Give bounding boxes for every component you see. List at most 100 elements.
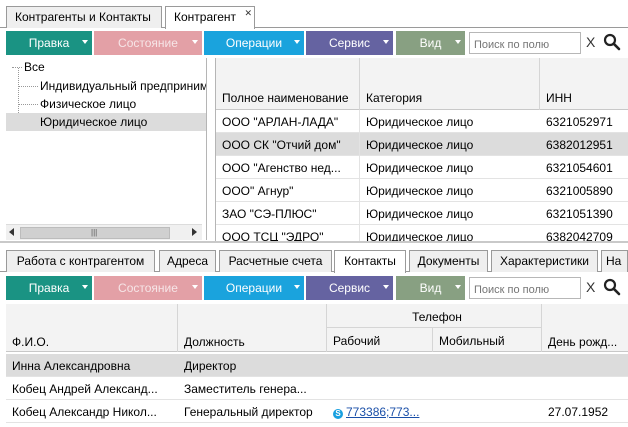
tree-connector <box>18 104 38 105</box>
skype-icon[interactable]: S <box>333 409 343 419</box>
magnifier-icon[interactable] <box>603 278 621 296</box>
tab-bank-accounts[interactable]: Расчетные счета <box>219 250 332 272</box>
column-header-full-name[interactable]: Полное наименование <box>216 58 360 110</box>
cell-inn: 6321052971 <box>546 115 613 129</box>
tree-connector <box>12 67 22 68</box>
arrow-right-icon[interactable] <box>192 228 197 236</box>
column-title: Категория <box>366 91 423 105</box>
column-header-inn[interactable]: ИНН <box>540 58 628 110</box>
table-row[interactable]: Кобец Александр Никол... Генеральный дир… <box>6 400 628 423</box>
table-row[interactable]: ООО "Агенство нед... Юридическое лицо 63… <box>216 156 628 179</box>
tree-node-individual[interactable]: Физическое лицо <box>40 95 136 113</box>
view-menu-button[interactable]: Вид <box>396 276 465 300</box>
column-header-birthday[interactable]: День рожд... <box>542 304 628 352</box>
column-title: Ф.И.О. <box>12 335 50 349</box>
tab-contacts[interactable]: Контакты <box>334 250 406 273</box>
cell-work-phone <box>327 377 433 400</box>
contractors-grid: Полное наименование Категория ИНН ООО "А… <box>215 58 628 241</box>
operations-label: Операции <box>225 281 283 295</box>
table-row[interactable]: ООО" Агнур" Юридическое лицо 6321005890 <box>216 179 628 202</box>
arrow-left-icon[interactable] <box>9 228 14 236</box>
tab-label: Документы <box>417 254 480 268</box>
tab-label: На <box>606 254 622 268</box>
cell-full-name: ООО" Агнур" <box>216 179 360 202</box>
column-group-phone: Телефон <box>327 304 542 328</box>
cell-name: Кобец Андрей Александ... <box>12 382 158 396</box>
tree-horizontal-scrollbar[interactable]: ||| <box>6 224 202 240</box>
view-label: Вид <box>419 36 442 50</box>
caret-down-icon <box>82 285 88 289</box>
cell-name: Инна Александровна <box>12 359 131 373</box>
tab-addresses[interactable]: Адреса <box>159 250 216 272</box>
tab-label: Адреса <box>166 254 209 268</box>
table-row[interactable]: Кобец Андрей Александ... Заместитель ген… <box>6 377 628 400</box>
cell-inn: 6321054601 <box>546 161 613 175</box>
state-label: Состояние <box>118 36 178 50</box>
column-header-work-phone[interactable]: Рабочий <box>327 328 433 352</box>
cell-full-name: ООО "Агенство нед... <box>216 156 360 179</box>
view-menu-button[interactable]: Вид <box>396 31 465 55</box>
search-input[interactable] <box>469 277 581 299</box>
column-header-name[interactable]: Ф.И.О. <box>6 304 178 352</box>
cell-category: Юридическое лицо <box>366 184 474 198</box>
service-menu-button[interactable]: Сервис <box>306 276 393 300</box>
service-menu-button[interactable]: Сервис <box>306 31 393 55</box>
caret-down-icon <box>294 40 300 44</box>
tab-characteristics[interactable]: Характеристики <box>491 250 598 272</box>
tab-work-with-contractor[interactable]: Работа с контрагентом <box>6 250 155 272</box>
table-row[interactable]: Инна Александровна Директор <box>6 354 628 377</box>
phone-link[interactable]: 773386;773... <box>346 405 419 419</box>
contacts-grid: Ф.И.О. Должность Телефон Рабочий Мобильн… <box>6 304 628 427</box>
table-row[interactable]: ООО СК "Отчий дом" Юридическое лицо 6382… <box>216 133 628 156</box>
tab-label: Контрагенты и Контакты <box>15 10 151 24</box>
tree-node-root[interactable]: Все <box>24 58 45 76</box>
category-tree: Все Индивидуальный предприниматель Физич… <box>6 58 207 240</box>
panel-splitter[interactable] <box>0 241 628 243</box>
caret-down-icon <box>455 40 461 44</box>
magnifier-icon[interactable] <box>603 33 621 51</box>
close-icon[interactable]: ✕ <box>244 8 252 19</box>
cell-full-name: ЗАО "СЭ-ПЛЮС" <box>216 202 360 225</box>
table-row[interactable]: ЗАО "СЭ-ПЛЮС" Юридическое лицо 632105139… <box>216 202 628 225</box>
column-header-position[interactable]: Должность <box>178 304 327 352</box>
clear-search-button[interactable]: X <box>586 34 595 50</box>
cell-category: Юридическое лицо <box>366 230 474 241</box>
service-label: Сервис <box>328 281 371 295</box>
tree-node-legal-entity[interactable]: Юридическое лицо <box>6 113 206 131</box>
edit-menu-button[interactable]: Правка <box>6 31 92 55</box>
tree-connector <box>18 86 38 87</box>
edit-menu-button[interactable]: Правка <box>6 276 92 300</box>
caret-down-icon <box>383 285 389 289</box>
cell-mobile <box>433 354 542 377</box>
tab-label: Расчетные счета <box>228 254 323 268</box>
operations-menu-button[interactable]: Операции <box>204 276 304 300</box>
tab-overflow[interactable]: На <box>601 250 628 272</box>
service-label: Сервис <box>328 36 371 50</box>
cell-name: Кобец Александр Никол... <box>12 405 157 419</box>
detail-tab-bar: Работа с контрагентом Адреса Расчетные с… <box>0 248 628 273</box>
scrollbar-thumb[interactable]: ||| <box>20 227 170 239</box>
operations-menu-button[interactable]: Операции <box>204 31 304 55</box>
column-header-category[interactable]: Категория <box>360 58 540 110</box>
column-title: ИНН <box>546 91 572 105</box>
tab-contractors-contacts[interactable]: Контрагенты и Контакты <box>6 6 162 28</box>
tab-label: Характеристики <box>500 254 589 268</box>
tab-documents[interactable]: Документы <box>409 250 488 272</box>
cell-inn: 6321005890 <box>546 184 613 198</box>
tab-label: Контрагент <box>174 10 237 24</box>
column-header-mobile[interactable]: Мобильный <box>433 328 542 352</box>
state-menu-button[interactable]: Состояние <box>94 276 202 300</box>
cell-birthday: 27.07.1952 <box>548 405 609 419</box>
table-row[interactable]: ООО ТСЦ "ЭДРО" Юридическое лицо 63820427… <box>216 225 628 241</box>
tree-node-individual-entrepreneur[interactable]: Индивидуальный предприниматель <box>40 77 206 95</box>
clear-search-button[interactable]: X <box>586 279 595 295</box>
column-title: Должность <box>184 335 245 349</box>
search-input[interactable] <box>469 32 581 54</box>
table-row[interactable]: ООО "АРЛАН-ЛАДА" Юридическое лицо 632105… <box>216 110 628 133</box>
cell-category: Юридическое лицо <box>366 207 474 221</box>
tab-contractor[interactable]: Контрагент ✕ <box>165 6 255 29</box>
edit-label: Правка <box>28 36 70 50</box>
edit-label: Правка <box>28 281 70 295</box>
top-tab-bar: Контрагенты и Контакты Контрагент ✕ <box>0 0 628 29</box>
state-menu-button[interactable]: Состояние <box>94 31 202 55</box>
